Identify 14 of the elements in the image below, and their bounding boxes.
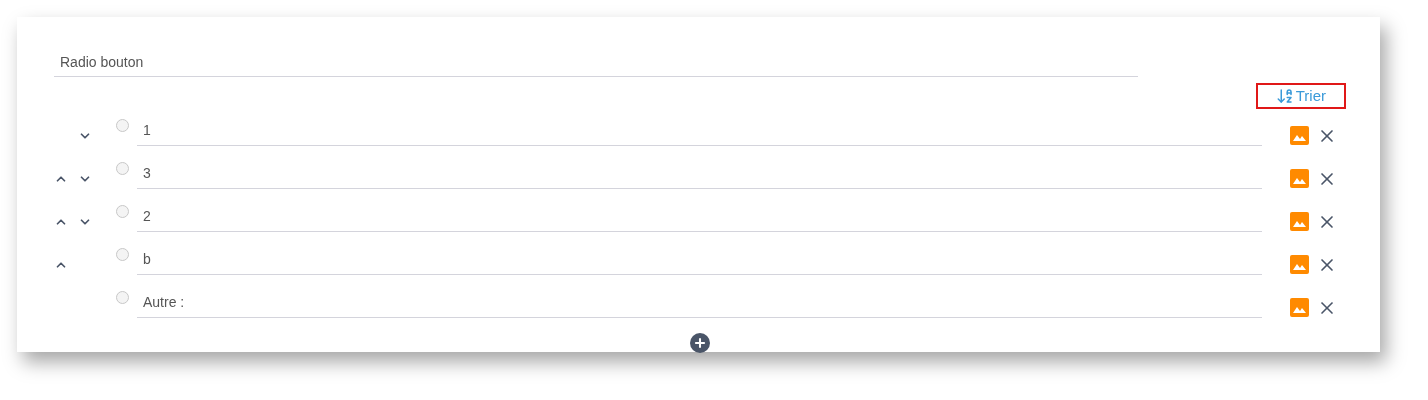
- radio-button[interactable]: [116, 162, 129, 175]
- radio-button[interactable]: [116, 291, 129, 304]
- option-field[interactable]: 1: [137, 115, 1262, 146]
- radio-button[interactable]: [116, 248, 129, 261]
- radio-button[interactable]: [116, 205, 129, 218]
- option-field[interactable]: b: [137, 244, 1262, 275]
- sort-icon: [1275, 87, 1294, 105]
- option-field[interactable]: Autre :: [137, 287, 1262, 318]
- plus-icon: [693, 336, 707, 350]
- question-field[interactable]: Radio bouton: [54, 47, 1138, 77]
- add-button[interactable]: [690, 333, 710, 353]
- option-field[interactable]: 3: [137, 158, 1262, 189]
- option-field[interactable]: 2: [137, 201, 1262, 232]
- radio-button[interactable]: [116, 119, 129, 132]
